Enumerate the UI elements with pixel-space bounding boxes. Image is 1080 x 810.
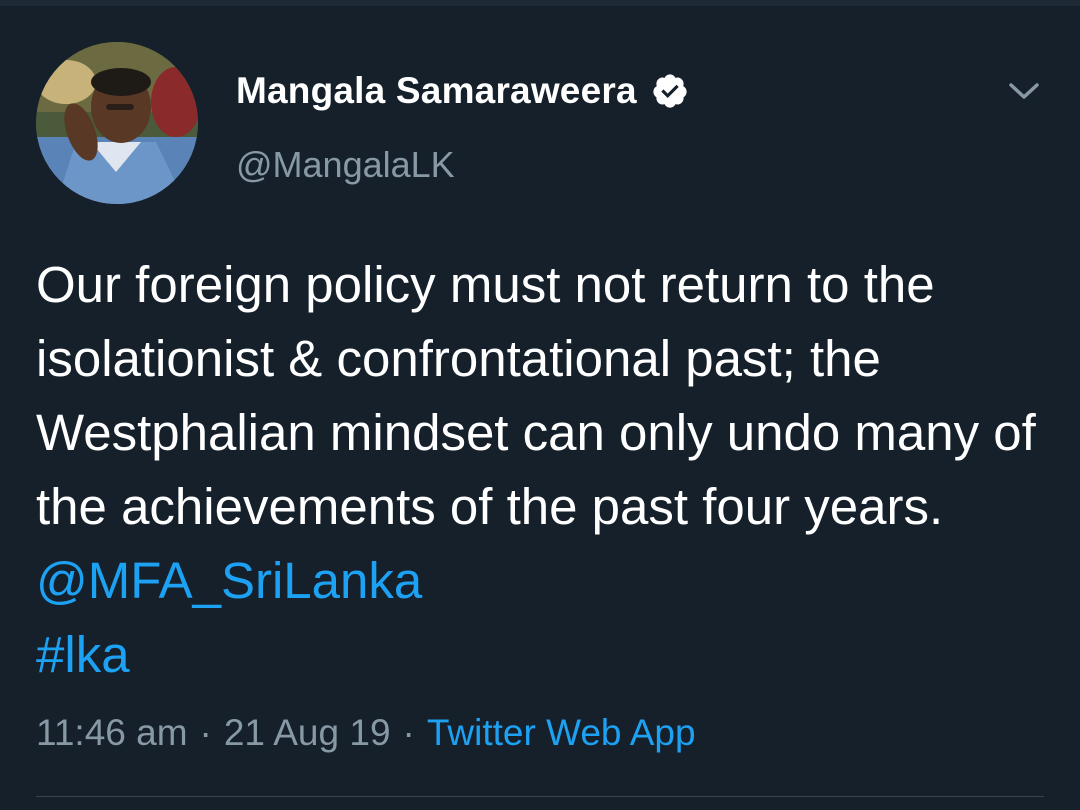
tweet-source-link[interactable]: Twitter Web App <box>427 712 696 754</box>
tweet-text: Our foreign policy must not return to th… <box>36 248 1046 692</box>
meta-separator: · <box>402 712 415 753</box>
avatar-image <box>36 42 198 204</box>
bottom-divider <box>36 796 1044 797</box>
tweet-body-text: Our foreign policy must not return to th… <box>36 256 1036 535</box>
verified-badge-icon <box>651 72 689 110</box>
tweet-meta: 11:46 am · 21 Aug 19 · Twitter Web App <box>36 712 696 754</box>
avatar[interactable] <box>36 42 198 204</box>
display-name[interactable]: Mangala Samaraweera <box>236 70 637 112</box>
user-handle[interactable]: @MangalaLK <box>236 144 455 186</box>
chevron-down-icon <box>1009 83 1039 99</box>
tweet-header: Mangala Samaraweera @MangalaLK <box>36 42 1044 212</box>
top-divider <box>0 0 1080 6</box>
tweet-menu-button[interactable] <box>1004 72 1044 112</box>
tweet-detail-view: Mangala Samaraweera @MangalaLK Our forei… <box>0 0 1080 810</box>
tweet-time: 11:46 am <box>36 712 188 753</box>
meta-separator: · <box>199 712 212 753</box>
name-row: Mangala Samaraweera <box>236 70 689 112</box>
hashtag-link[interactable]: #lka <box>36 626 130 683</box>
tweet-date: 21 Aug 19 <box>223 712 391 753</box>
mention-link[interactable]: @MFA_SriLanka <box>36 552 422 609</box>
